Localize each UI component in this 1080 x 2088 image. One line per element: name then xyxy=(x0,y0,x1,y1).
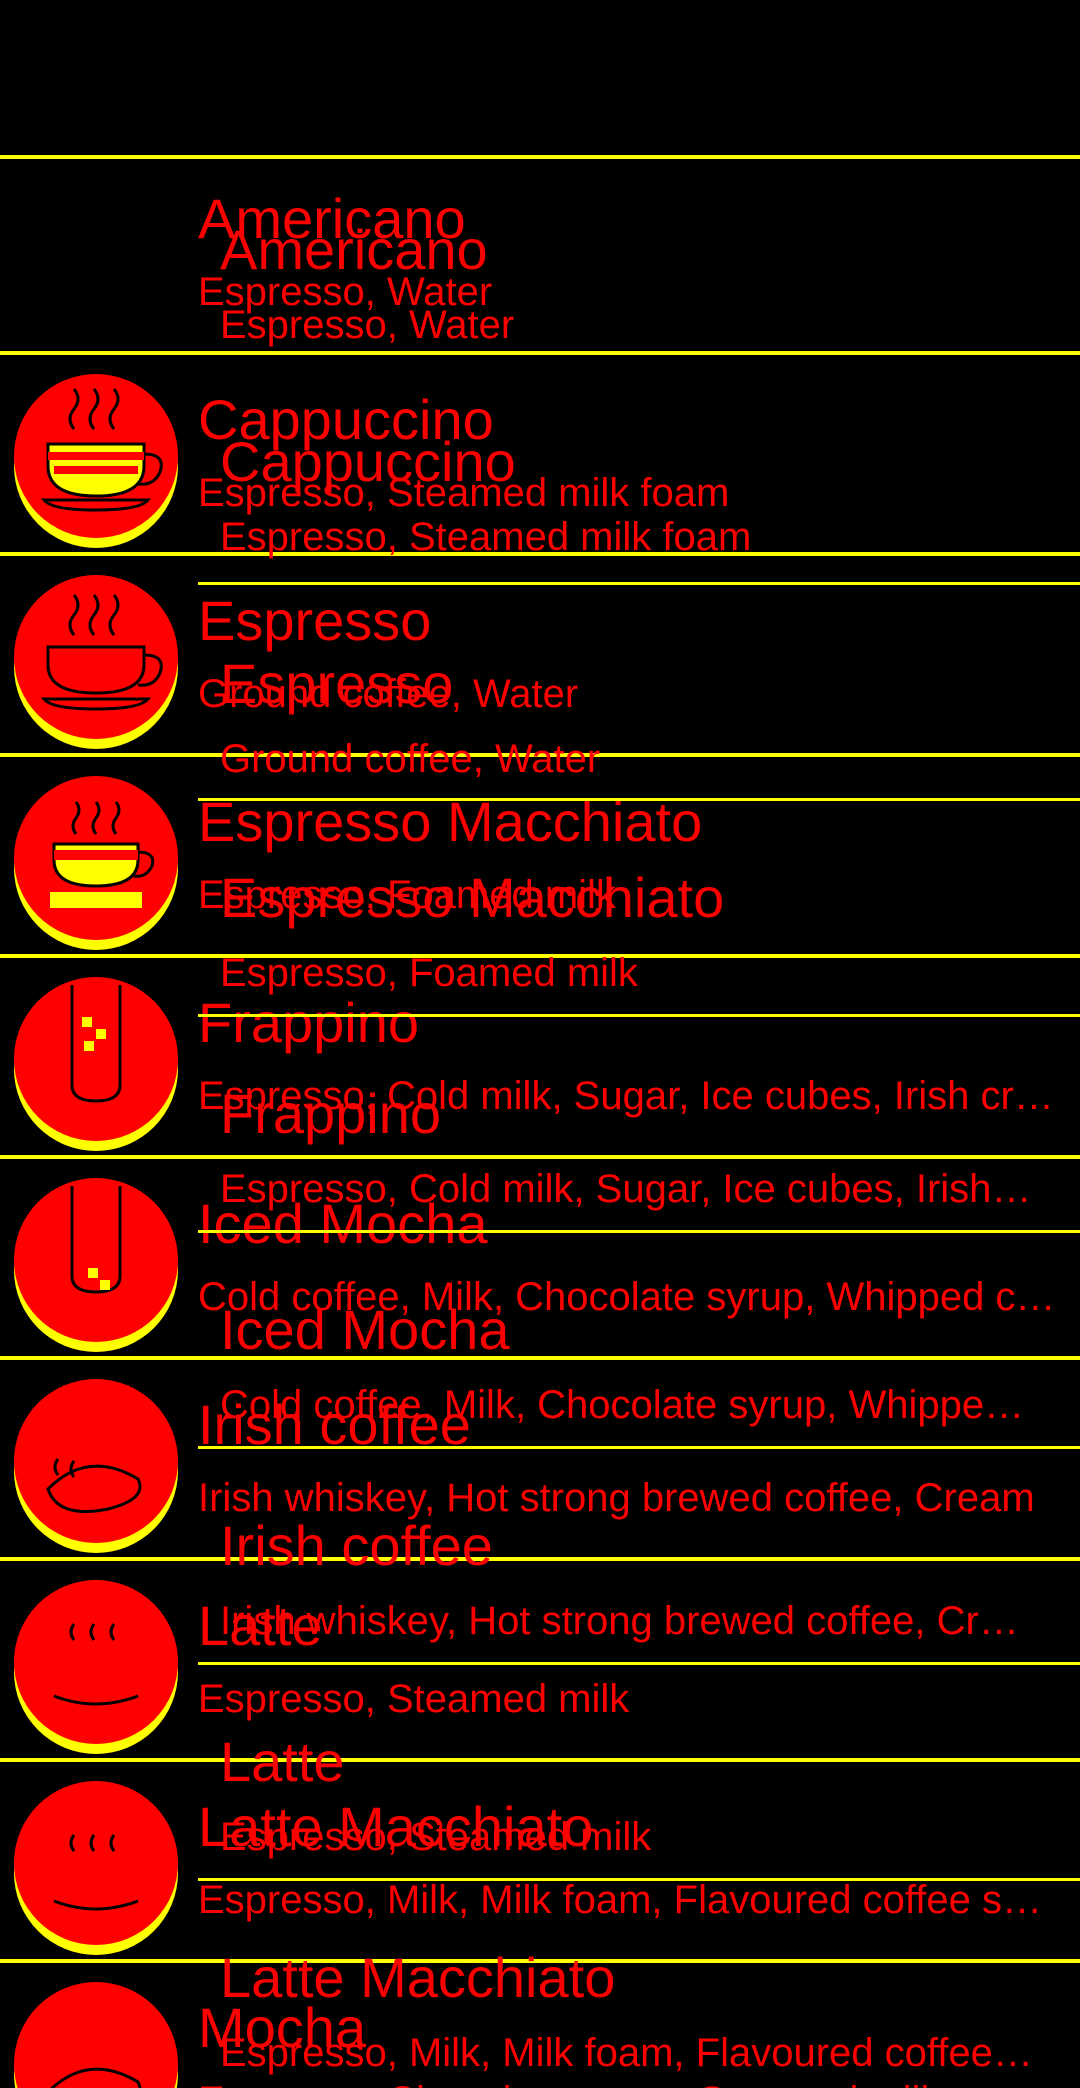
list-item-espresso-ghost: Espresso Ground coffee, Water xyxy=(0,600,1080,800)
coffee-ingredients: Espresso, Milk, Milk foam, Flavoured cof… xyxy=(220,2031,1040,2075)
list-divider xyxy=(198,798,1080,801)
list-item-latte-macchiato-ghost: Latte Macchiato Espresso, Milk, Milk foa… xyxy=(0,1894,1080,2088)
list-item-latte-ghost: Latte Espresso, Steamed milk xyxy=(0,1678,1080,1878)
coffee-ingredients: Espresso, Foamed milk xyxy=(220,951,638,995)
list-item-cappuccino-ghost: Cappuccino Espresso, Steamed milk foam xyxy=(0,378,1080,578)
list-item-iced-mocha-ghost: Iced Mocha Cold coffee, Milk, Chocolate … xyxy=(0,1246,1080,1446)
coffee-ingredients: Ground coffee, Water xyxy=(220,737,601,781)
list-divider xyxy=(198,1878,1080,1881)
coffee-ingredients: Irish whiskey, Hot strong brewed coffee,… xyxy=(220,1599,1040,1643)
coffee-name: Espresso xyxy=(220,652,454,715)
list-item-frappino-ghost: Frappino Espresso, Cold milk, Sugar, Ice… xyxy=(0,1030,1080,1230)
coffee-name: Iced Mocha xyxy=(220,1298,510,1361)
list-divider xyxy=(198,1014,1080,1017)
coffee-name: Latte Macchiato xyxy=(220,1946,616,2009)
coffee-name: Irish coffee xyxy=(220,1514,493,1577)
coffee-name: Espresso Macchiato xyxy=(220,866,725,929)
coffee-name: Frappino xyxy=(220,1082,442,1145)
list-divider xyxy=(198,1230,1080,1233)
list-item-americano-ghost: Americano Espresso, Water xyxy=(0,166,1080,366)
coffee-ingredients: Cold coffee, Milk, Chocolate syrup, Whip… xyxy=(220,1383,1040,1427)
list-item-espresso-macchiato-ghost: Espresso Macchiato Espresso, Foamed milk xyxy=(0,814,1080,1014)
coffee-name: Cappuccino xyxy=(220,430,516,493)
coffee-list[interactable]: Americano Espresso, Water Cappuccino Esp… xyxy=(0,0,1080,2088)
list-item-irish-coffee-ghost: Irish coffee Irish whiskey, Hot strong b… xyxy=(0,1462,1080,1662)
coffee-name: Latte xyxy=(220,1730,345,1793)
coffee-ingredients: Espresso, Water xyxy=(220,303,515,347)
list-divider xyxy=(198,1662,1080,1665)
coffee-ingredients: Espresso, Steamed milk foam xyxy=(220,515,752,559)
list-divider xyxy=(198,582,1080,585)
coffee-ingredients: Espresso, Cold milk, Sugar, Ice cubes, I… xyxy=(220,1167,1040,1211)
coffee-ingredients: Espresso, Steamed milk xyxy=(220,1815,652,1859)
coffee-name: Americano xyxy=(220,218,488,281)
list-divider xyxy=(198,1446,1080,1449)
